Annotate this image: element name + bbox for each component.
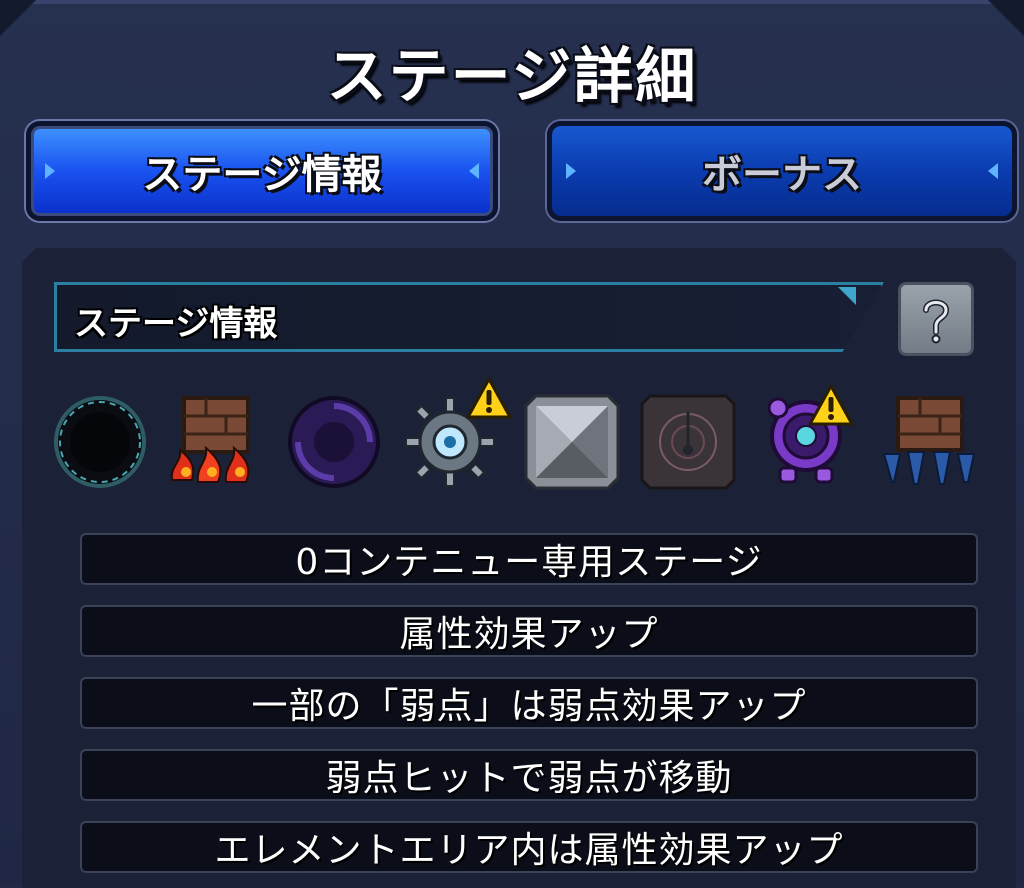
warp-portal-icon	[284, 392, 384, 492]
arrow-right-icon	[45, 163, 55, 179]
tab-bonus-label: ボーナス	[702, 152, 862, 198]
info-row: エレメントエリア内は属性効果アップ	[80, 821, 978, 873]
arrow-left-icon	[988, 163, 998, 179]
tab-bonus[interactable]: ボーナス	[547, 121, 1017, 221]
warning-icon	[808, 384, 854, 430]
warning-icon	[466, 377, 512, 423]
info-row: 属性効果アップ	[80, 605, 978, 657]
screen-title: ステージ詳細	[326, 42, 698, 112]
arrow-left-icon	[469, 163, 479, 179]
damage-wall-down-icon	[880, 392, 980, 492]
help-button[interactable]	[898, 282, 974, 356]
damage-wall-fire-icon	[166, 392, 266, 492]
black-hole-icon	[50, 392, 150, 492]
metal-block-icon	[522, 392, 622, 492]
header-accent	[838, 287, 856, 305]
info-row: 弱点ヒットで弱点が移動	[80, 749, 978, 801]
tab-stage-info-label: ステージ情報	[142, 152, 382, 198]
info-row: 0コンテニュー専用ステージ	[80, 533, 978, 585]
gravity-barrier-icon	[638, 392, 738, 492]
help-icon	[923, 299, 950, 344]
tab-stage-info[interactable]: ステージ情報	[26, 121, 498, 221]
section-title: ステージ情報	[74, 304, 278, 344]
info-row: 一部の「弱点」は弱点効果アップ	[80, 677, 978, 729]
arrow-right-icon	[566, 163, 576, 179]
